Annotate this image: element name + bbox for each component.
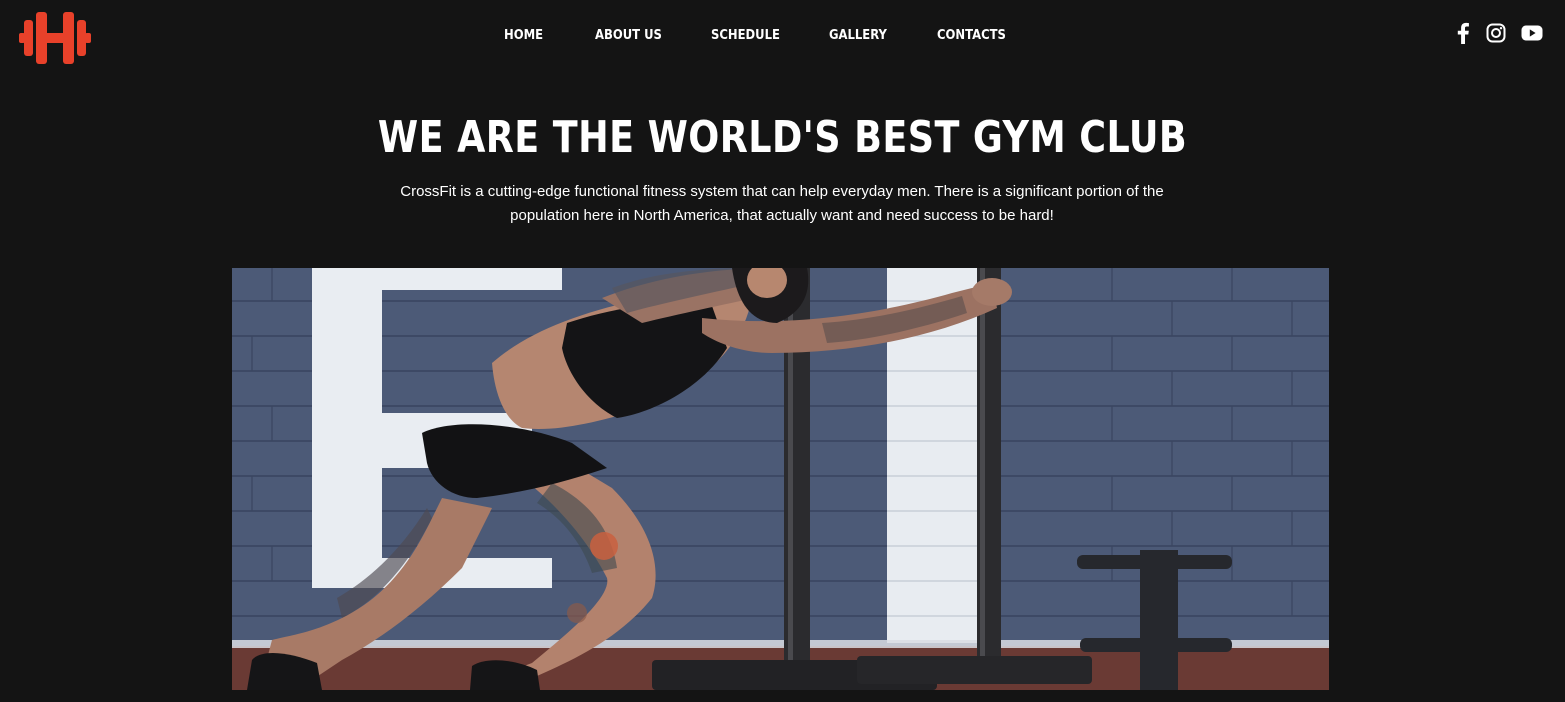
nav-schedule[interactable]: SCHEDULE [711,24,780,46]
hero-title: WE ARE THE WORLD'S BEST GYM CLUB [0,108,1565,168]
facebook-icon[interactable] [1456,22,1470,44]
instagram-icon[interactable] [1486,22,1506,44]
nav-gallery[interactable]: GALLERY [829,24,887,46]
dumbbell-logo-icon[interactable] [19,12,91,64]
nav-home[interactable]: HOME [504,24,543,46]
youtube-icon[interactable] [1521,22,1543,44]
athlete-pushing-sled-photo [232,268,1329,690]
hero-title-text: WE ARE THE WORLD'S BEST GYM CLUB [377,112,1188,163]
hero-description: CrossFit is a cutting-edge functional fi… [400,183,1164,224]
nav-contacts[interactable]: CONTACTS [937,24,1006,46]
nav-about-us[interactable]: ABOUT US [595,24,662,46]
site-header: HOME ABOUT US SCHEDULE GALLERY CONTACTS [0,0,1565,72]
